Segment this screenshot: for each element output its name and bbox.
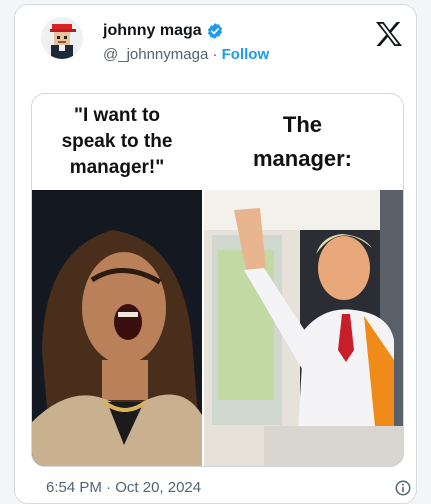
- meme-caption-left-text: "I want to speak to the manager!": [61, 105, 173, 178]
- tweet-time: 6:54 PM: [46, 479, 102, 496]
- x-logo-icon[interactable]: [375, 21, 403, 47]
- pixel-avatar-icon: [50, 24, 76, 59]
- meme-photo-right: [204, 190, 403, 466]
- timestamp-separator: ·: [106, 479, 112, 496]
- meme-caption-right: The manager:: [202, 94, 403, 190]
- meme-caption-right-text: The manager:: [252, 112, 353, 171]
- info-icon[interactable]: [394, 479, 412, 497]
- tweet-date: Oct 20, 2024: [115, 479, 202, 496]
- meme-caption-left: "I want to speak to the manager!": [32, 94, 202, 190]
- avatar[interactable]: [41, 17, 83, 59]
- follow-button[interactable]: Follow: [222, 46, 270, 63]
- handle-separator: ·: [212, 46, 218, 63]
- author-handle-row: @_johnnymaga · Follow: [103, 46, 269, 63]
- author-name-row: johnny maga: [103, 22, 224, 40]
- author-display-name[interactable]: johnny maga: [103, 22, 202, 40]
- verified-badge-icon: [207, 23, 222, 39]
- meme-photo-left: [32, 190, 202, 466]
- meme-image[interactable]: "I want to speak to the manager!" The ma…: [31, 93, 404, 467]
- author-handle[interactable]: @_johnnymaga: [103, 46, 208, 63]
- tweet-timestamp[interactable]: 6:54 PM · Oct 20, 2024: [46, 479, 201, 496]
- tweet-card: johnny maga @_johnnymaga · Follow "I wan…: [14, 4, 417, 504]
